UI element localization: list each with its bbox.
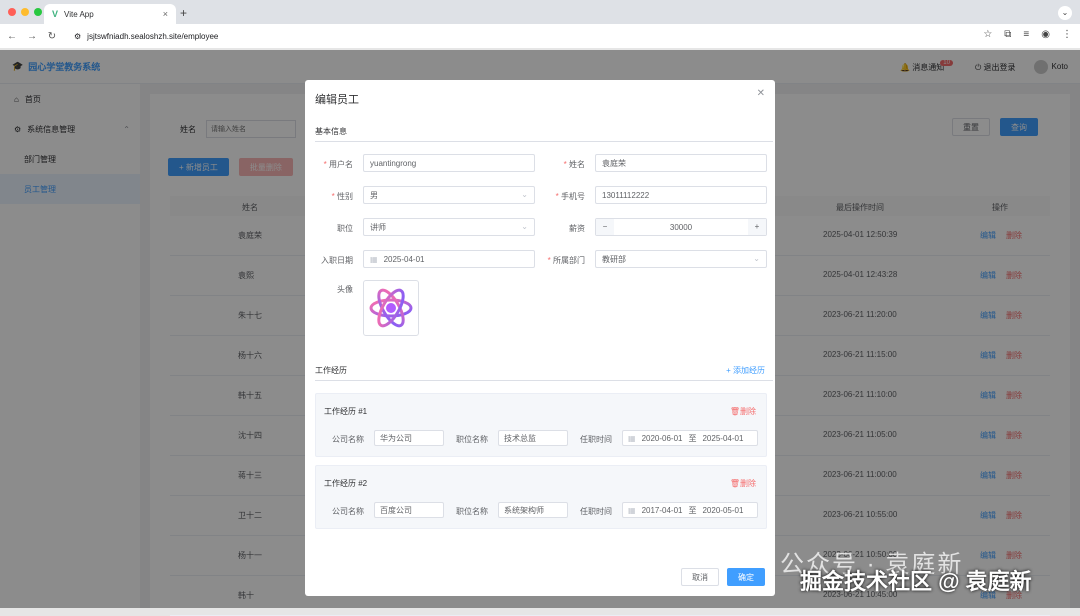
back-icon[interactable]: ←: [4, 31, 20, 42]
job-value: 讲师: [370, 222, 386, 232]
close-icon[interactable]: ✕: [757, 88, 765, 99]
experience-delete-button[interactable]: 🗑删除: [730, 478, 756, 489]
address-bar-row: ← → ↻ ⚙ jsjtswfniadh.sealoshzh.site/empl…: [0, 24, 1080, 48]
calendar-icon: ▦: [370, 254, 378, 264]
minimize-window-icon[interactable]: [21, 8, 29, 16]
trash-icon: 🗑: [729, 479, 740, 488]
browser-actions: ☆ ⧉ ≡ ◉ ⋮: [983, 29, 1072, 40]
experience-title: 工作经历 #1: [324, 407, 368, 416]
minus-icon[interactable]: −: [596, 219, 614, 235]
period-label: 任职时间: [580, 507, 612, 516]
watermark: 公众号 · 袁庭新 掘金技术社区 @ 袁庭新: [770, 540, 1070, 600]
period-end: 2025-04-01: [702, 433, 744, 443]
period-start: 2020-06-01: [641, 433, 683, 443]
experience-delete-button[interactable]: 🗑删除: [730, 406, 756, 417]
dept-select[interactable]: 教研部 ⌄: [595, 250, 767, 268]
gender-label: * 性别: [331, 192, 353, 201]
forward-icon[interactable]: →: [24, 31, 40, 42]
work-divider: [315, 380, 773, 381]
company-label: 公司名称: [332, 507, 364, 516]
period-end: 2020-05-01: [702, 505, 744, 515]
phone-field[interactable]: 13011112222: [595, 186, 767, 204]
job-select[interactable]: 讲师 ⌄: [363, 218, 535, 236]
dialog-footer: 取消 确定: [681, 568, 765, 586]
cancel-button[interactable]: 取消: [681, 568, 719, 586]
gender-select[interactable]: 男 ⌄: [363, 186, 535, 204]
entry-date-picker[interactable]: ▦ 2025-04-01: [363, 250, 535, 268]
salary-label: 薪资: [569, 224, 585, 233]
plus-icon[interactable]: +: [748, 219, 766, 235]
calendar-icon: ▦: [628, 505, 636, 515]
experience-card: 工作经历 #2 🗑删除公司名称 百度公司 职位名称 系统架构师 任职时间 ▦ 2017-04-…: [315, 465, 767, 529]
dialog-title: 编辑员工: [315, 94, 359, 106]
reload-icon[interactable]: ↻: [44, 31, 60, 42]
profile-icon[interactable]: ◉: [1041, 29, 1050, 40]
period-to: 至: [688, 505, 697, 515]
browser-menu-icon[interactable]: ⋮: [1062, 29, 1072, 40]
job-label: 职位: [337, 224, 353, 233]
name-label: * 姓名: [563, 160, 585, 169]
window-controls: [8, 8, 42, 16]
company-input[interactable]: 华为公司: [374, 430, 444, 446]
tab-title: Vite App: [64, 9, 94, 19]
period-range-picker[interactable]: ▦ 2017-04-01 至 2020-05-01: [622, 502, 758, 518]
basic-info-heading: 基本信息: [315, 127, 347, 136]
delete-label: 删除: [740, 407, 756, 416]
salary-value: 30000: [669, 222, 693, 232]
url-text: jsjtswfniadh.sealoshzh.site/employee: [87, 31, 219, 41]
experience-card: 工作经历 #1 🗑删除公司名称 华为公司 职位名称 技术总监 任职时间 ▦ 2020-06-0…: [315, 393, 767, 457]
tab-strip: V Vite App × + ⌄: [0, 0, 1080, 24]
period-to: 至: [688, 433, 697, 443]
watermark-line2: 掘金技术社区 @ 袁庭新: [800, 569, 1032, 594]
entry-date-value: 2025-04-01: [383, 254, 425, 264]
confirm-button[interactable]: 确定: [727, 568, 765, 586]
new-tab-icon[interactable]: +: [180, 6, 187, 20]
company-label: 公司名称: [332, 435, 364, 444]
add-experience-button[interactable]: + 添加经历: [726, 365, 765, 376]
period-range-picker[interactable]: ▦ 2020-06-01 至 2025-04-01: [622, 430, 758, 446]
phone-label: * 手机号: [555, 192, 585, 201]
entry-date-label: 入职日期: [321, 256, 353, 265]
username-label: * 用户名: [323, 160, 353, 169]
period-label: 任职时间: [580, 435, 612, 444]
vite-logo-icon: V: [52, 9, 59, 19]
close-window-icon[interactable]: [8, 8, 16, 16]
work-exp-heading: 工作经历: [315, 366, 347, 375]
atom-logo-icon: [369, 288, 413, 328]
experience-title: 工作经历 #2: [324, 479, 368, 488]
extensions-icon[interactable]: ⧉: [1004, 29, 1011, 40]
chevron-down-icon: ⌄: [521, 222, 528, 231]
trash-icon: 🗑: [729, 407, 740, 416]
chevron-down-icon: ⌄: [753, 254, 760, 263]
salary-stepper[interactable]: − 30000 +: [595, 218, 767, 236]
period-start: 2017-04-01: [641, 505, 683, 515]
browser-tab[interactable]: V Vite App ×: [44, 4, 176, 24]
job-title-input[interactable]: 系统架构师: [498, 502, 568, 518]
close-tab-icon[interactable]: ×: [163, 9, 168, 19]
edit-employee-dialog: 编辑员工 ✕ 基本信息 * 用户名 yuantingrong * 姓名 袁庭荣 …: [305, 80, 775, 596]
chevron-down-icon: ⌄: [521, 190, 528, 199]
gender-value: 男: [370, 190, 378, 200]
site-info-icon[interactable]: ⚙: [74, 32, 81, 41]
dept-label: * 所属部门: [547, 256, 585, 265]
name-field[interactable]: 袁庭荣: [595, 154, 767, 172]
url-field[interactable]: ⚙ jsjtswfniadh.sealoshzh.site/employee: [74, 29, 944, 43]
maximize-window-icon[interactable]: [34, 8, 42, 16]
bookmark-star-icon[interactable]: ☆: [983, 29, 992, 40]
job-title-input[interactable]: 技术总监: [498, 430, 568, 446]
calendar-icon: ▦: [628, 433, 636, 443]
company-input[interactable]: 百度公司: [374, 502, 444, 518]
job-title-label: 职位名称: [456, 507, 488, 516]
browser-chrome: V Vite App × + ⌄ ← → ↻ ⚙ jsjtswfniadh.se…: [0, 0, 1080, 48]
delete-label: 删除: [740, 479, 756, 488]
dept-value: 教研部: [602, 254, 626, 264]
username-field[interactable]: yuantingrong: [363, 154, 535, 172]
avatar-label: 头像: [337, 285, 353, 294]
job-title-label: 职位名称: [456, 435, 488, 444]
tab-menu-icon[interactable]: ⌄: [1058, 6, 1072, 20]
media-icon[interactable]: ≡: [1023, 29, 1029, 40]
basic-divider: [315, 141, 773, 142]
avatar-upload[interactable]: [363, 280, 419, 336]
